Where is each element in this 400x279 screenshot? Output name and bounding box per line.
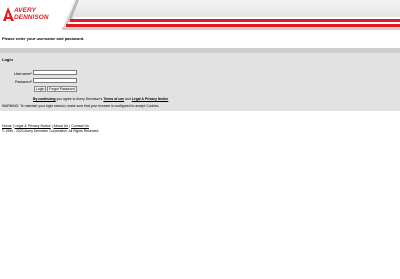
password-input[interactable] <box>33 78 77 83</box>
agreement-text: By continuing you agree to Avery Denniso… <box>33 97 168 101</box>
login-panel: Login Username* Password* Login Forgot P… <box>0 48 400 111</box>
copyright: © 1996 - 2023 Avery Dennison Corporation… <box>2 129 100 133</box>
forgot-password-button[interactable]: Forgot Password <box>47 86 77 92</box>
login-title: Login <box>2 57 13 62</box>
cookie-warning: WARNING: To maintain your login session,… <box>2 104 160 108</box>
brand-name: AVERY DENNISON <box>14 7 49 21</box>
brand-line2: DENNISON <box>14 13 49 21</box>
footer-links: Home | Legal & Privacy Notice | About Us… <box>2 124 89 128</box>
password-label: Password* <box>14 80 32 84</box>
footer-link-home[interactable]: Home <box>2 124 12 128</box>
privacy-notice-link[interactable]: Legal & Privacy Notice <box>132 97 169 101</box>
username-label: Username* <box>14 72 32 76</box>
terms-of-use-link[interactable]: Terms of use <box>103 97 124 101</box>
header-banner: AVERY DENNISON <box>0 0 400 30</box>
header-stripes <box>62 0 400 30</box>
login-button[interactable]: Login <box>34 86 47 92</box>
logo: AVERY DENNISON <box>0 0 70 30</box>
panel-topbar <box>0 48 400 53</box>
agree-prefix: By continuing <box>33 97 56 101</box>
avery-logo-icon <box>3 7 14 21</box>
intro-text: Please enter your username and password. <box>2 36 85 41</box>
footer-link-legal[interactable]: Legal & Privacy Notice <box>15 124 51 128</box>
footer-link-contact[interactable]: Contact Us <box>71 124 89 128</box>
username-input[interactable] <box>33 70 77 75</box>
agree-middle: you agree to Avery Dennison's <box>55 97 104 101</box>
agree-and: and <box>124 97 132 101</box>
footer-link-about[interactable]: About Us <box>53 124 68 128</box>
